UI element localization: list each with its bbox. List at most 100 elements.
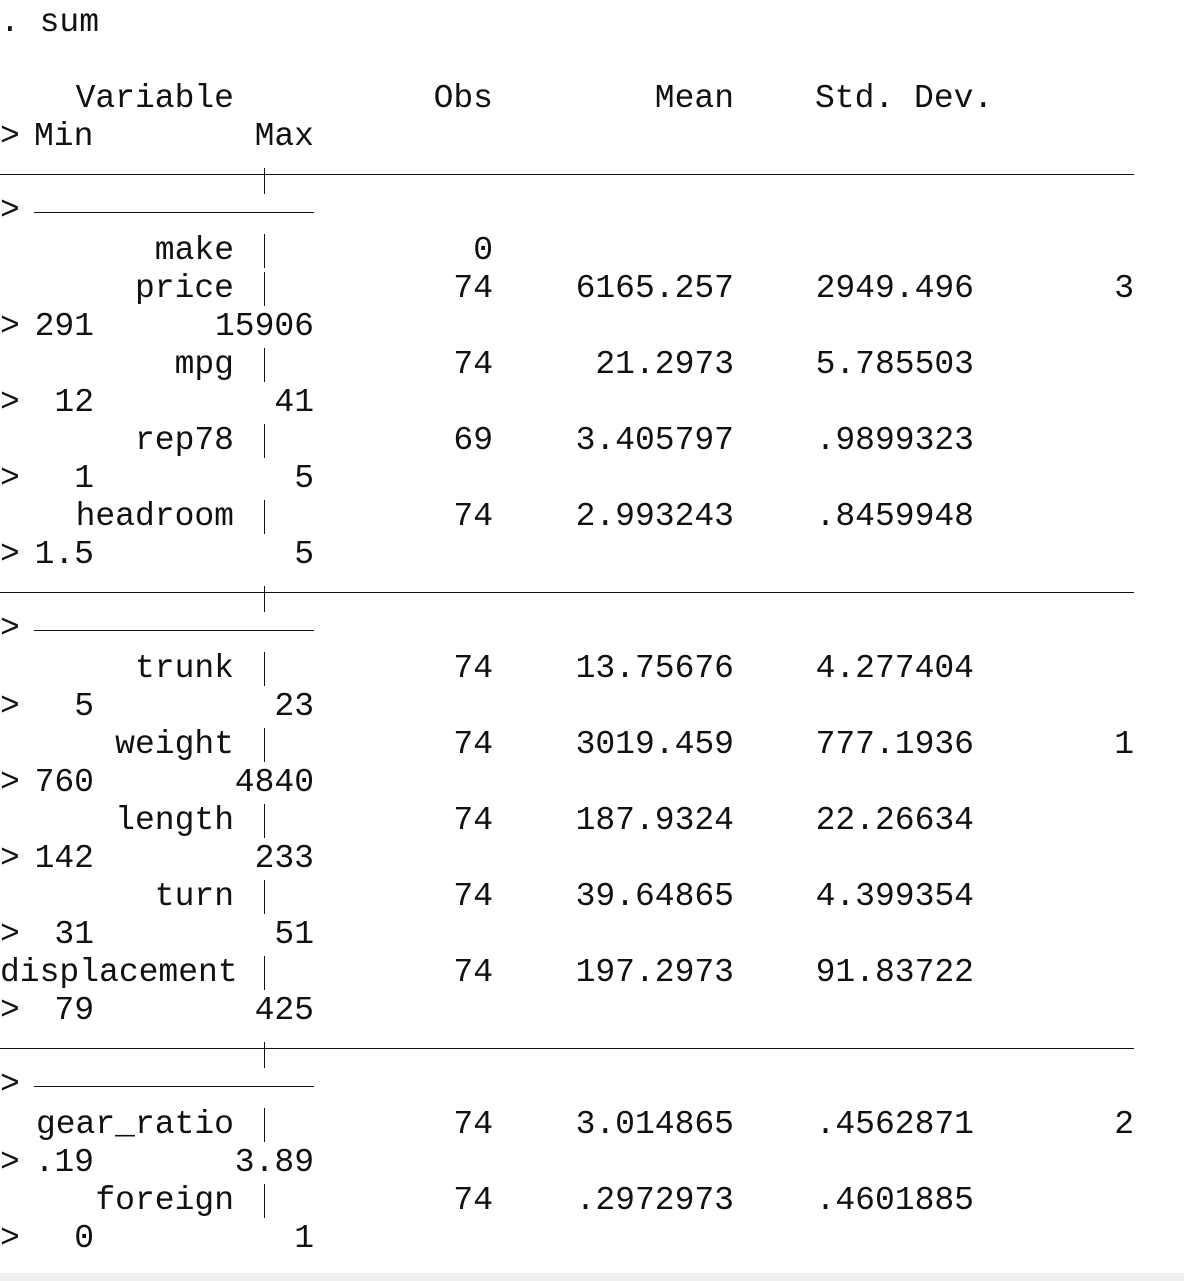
rule-tick — [264, 1042, 265, 1068]
rule-tick — [264, 168, 265, 194]
rule-tick — [264, 586, 265, 612]
row-min-wrap-digit — [1000, 1182, 1134, 1220]
row-variable: mpg — [174, 346, 234, 383]
row-variable: price — [134, 270, 234, 307]
row-max: 233 — [254, 840, 314, 877]
row-variable: rep78 — [134, 422, 234, 459]
row-mean: .2972973 — [575, 1182, 734, 1219]
header-mean: Mean — [654, 80, 734, 117]
row-mean: 187.9324 — [575, 802, 734, 839]
row-divider — [264, 880, 265, 914]
row-max: 425 — [254, 992, 314, 1029]
row-min: 5 — [74, 688, 94, 725]
row-min-wrap-digit — [1000, 954, 1134, 992]
row-obs: 74 — [453, 726, 493, 763]
row-min-wrap-digit: 3 — [1114, 270, 1134, 307]
row-obs: 74 — [453, 498, 493, 535]
continuation-marker: > — [0, 384, 20, 421]
row-min-wrap-digit: 1 — [1114, 726, 1134, 763]
row-variable: headroom — [75, 498, 234, 535]
row-max: 3.89 — [234, 1144, 314, 1181]
row-obs: 74 — [453, 878, 493, 915]
row-min: 31 — [54, 916, 94, 953]
continuation-marker: > — [0, 840, 20, 877]
row-obs: 74 — [453, 954, 493, 991]
row-std — [740, 232, 974, 270]
row-min: 0 — [74, 1220, 94, 1257]
row-std: 2949.496 — [815, 270, 974, 307]
row-min: 79 — [54, 992, 94, 1029]
row-obs: 74 — [453, 802, 493, 839]
row-min: 1 — [74, 460, 94, 497]
row-min: 142 — [34, 840, 94, 877]
continuation-marker: > — [0, 610, 20, 647]
row-mean: 3.014865 — [575, 1106, 734, 1143]
row-max: 41 — [274, 384, 314, 421]
row-max: 15906 — [214, 308, 314, 345]
continuation-marker: > — [0, 118, 20, 155]
section-rule — [0, 1048, 1134, 1049]
row-variable: foreign — [95, 1182, 234, 1219]
header-max: Max — [254, 118, 314, 155]
row-divider — [264, 234, 265, 268]
continuation-rule — [34, 630, 314, 631]
row-std: 4.277404 — [815, 650, 974, 687]
row-divider — [264, 500, 265, 534]
row-mean: 3.405797 — [575, 422, 734, 459]
row-std: 91.83722 — [815, 954, 974, 991]
row-min-wrap-digit: 2 — [1114, 1106, 1134, 1143]
continuation-marker: > — [0, 764, 20, 801]
row-max: 23 — [274, 688, 314, 725]
row-divider — [264, 652, 265, 686]
header-variable: Variable — [75, 80, 234, 117]
row-variable: length — [115, 802, 234, 839]
window-bottom-edge — [0, 1273, 1184, 1281]
row-variable: weight — [115, 726, 234, 763]
row-obs: 0 — [473, 232, 493, 269]
row-std: .8459948 — [815, 498, 974, 535]
row-max: 5 — [294, 460, 314, 497]
row-min: .19 — [34, 1144, 94, 1181]
row-divider — [264, 272, 265, 306]
continuation-rule — [34, 1086, 314, 1087]
row-std: .4601885 — [815, 1182, 974, 1219]
row-std: 5.785503 — [815, 346, 974, 383]
row-mean: 21.2973 — [595, 346, 734, 383]
row-mean — [500, 232, 734, 270]
command-line: . sum — [0, 4, 100, 41]
row-variable: gear_ratio — [35, 1106, 234, 1143]
row-divider — [264, 804, 265, 838]
row-std: .4562871 — [815, 1106, 974, 1143]
header-std-dev: Std. Dev. — [815, 80, 994, 117]
row-std: 22.26634 — [815, 802, 974, 839]
continuation-rule — [34, 212, 314, 213]
section-rule — [0, 174, 1134, 175]
row-min-wrap-digit — [1000, 498, 1134, 536]
row-max: 51 — [274, 916, 314, 953]
row-max: 1 — [294, 1220, 314, 1257]
row-min-wrap-digit — [1000, 650, 1134, 688]
row-mean: 3019.459 — [575, 726, 734, 763]
row-divider — [264, 1108, 265, 1142]
continuation-marker: > — [0, 460, 20, 497]
header-obs: Obs — [433, 80, 493, 117]
row-obs: 74 — [453, 1106, 493, 1143]
row-divider — [264, 424, 265, 458]
stata-results-window: . sum Variable Obs Mean Std. Dev. > Min … — [0, 0, 1184, 1281]
continuation-marker: > — [0, 1144, 20, 1181]
continuation-marker: > — [0, 1220, 20, 1257]
row-std: 4.399354 — [815, 878, 974, 915]
row-variable: make — [154, 232, 234, 269]
continuation-marker: > — [0, 536, 20, 573]
row-obs: 69 — [453, 422, 493, 459]
row-divider — [264, 728, 265, 762]
row-min: 1.5 — [34, 536, 94, 573]
row-mean: 2.993243 — [575, 498, 734, 535]
continuation-marker: > — [0, 192, 20, 229]
row-divider — [264, 956, 265, 990]
row-min-wrap-digit — [1000, 422, 1134, 460]
row-mean: 6165.257 — [575, 270, 734, 307]
row-min: 12 — [54, 384, 94, 421]
row-variable: trunk — [134, 650, 234, 687]
row-obs: 74 — [453, 346, 493, 383]
